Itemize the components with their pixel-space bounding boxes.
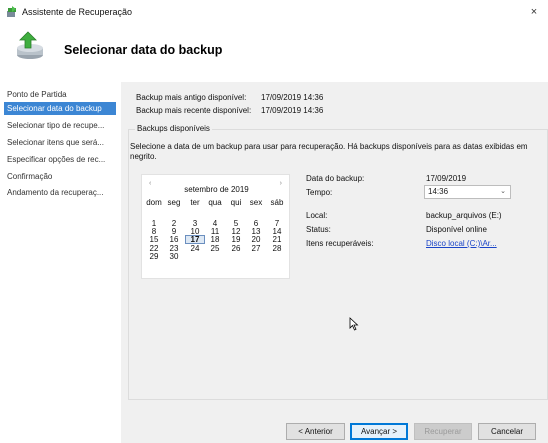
- wizard-steps-sidebar: Ponto de Partida Selecionar data do back…: [0, 82, 121, 443]
- calendar-day[interactable]: 30: [164, 252, 184, 261]
- newest-backup-value: 17/09/2019 14:36: [261, 106, 324, 115]
- close-icon[interactable]: ×: [520, 0, 548, 24]
- window-title: Assistente de Recuperação: [22, 7, 133, 17]
- sidebar-item-select-items[interactable]: Selecionar itens que será...: [4, 136, 116, 149]
- button-bar-divider: [121, 408, 548, 409]
- calendar-day[interactable]: 29: [144, 252, 164, 261]
- instruction-text: Selecione a data de um backup para usar …: [130, 142, 528, 161]
- page-title: Selecionar data do backup: [64, 43, 223, 57]
- newest-backup-label: Backup mais recente disponível:: [136, 106, 252, 115]
- sidebar-item-select-recovery-type[interactable]: Selecionar tipo de recupe...: [4, 119, 116, 132]
- status-label: Status:: [306, 225, 331, 234]
- oldest-backup-label: Backup mais antigo disponível:: [136, 93, 247, 102]
- back-button[interactable]: < Anterior: [286, 423, 345, 440]
- location-value: backup_arquivos (E:): [426, 211, 502, 220]
- recoverable-items-label: Itens recuperáveis:: [306, 239, 374, 248]
- calendar-weekday: sex: [249, 198, 263, 207]
- location-label: Local:: [306, 211, 328, 220]
- sidebar-item-starting-point[interactable]: Ponto de Partida: [4, 88, 116, 101]
- cancel-button[interactable]: Cancelar: [478, 423, 536, 440]
- calendar-weekday: qua: [208, 198, 222, 207]
- calendar-weekday: qui: [230, 198, 242, 207]
- wizard-header: Selecionar data do backup: [0, 24, 548, 76]
- chevron-down-icon: ⌄: [500, 188, 506, 195]
- recovery-app-icon: [7, 6, 16, 17]
- sidebar-item-specify-options[interactable]: Especificar opções de rec...: [4, 153, 116, 166]
- oldest-backup-value: 17/09/2019 14:36: [261, 93, 324, 102]
- calendar-weekday: ter: [190, 198, 200, 207]
- backup-date-label: Data do backup:: [306, 174, 365, 183]
- calendar-weekday: seg: [167, 198, 181, 207]
- calendar-day[interactable]: 24: [185, 244, 205, 253]
- calendar-day[interactable]: 26: [226, 244, 246, 253]
- calendar-day[interactable]: 25: [205, 244, 225, 253]
- time-dropdown[interactable]: 14:36 ⌄: [424, 185, 511, 199]
- available-backups-legend: Backups disponíveis: [135, 124, 212, 133]
- sidebar-item-recovery-progress[interactable]: Andamento da recuperaç...: [4, 186, 116, 199]
- backup-restore-icon: [17, 31, 43, 59]
- backup-calendar[interactable]: ‹ › setembro de 2019 dom seg ter qua qui sex s…: [141, 174, 290, 279]
- title-bar: Assistente de Recuperação ×: [0, 0, 548, 24]
- recovery-wizard-window: Assistente de Recuperação × Selecionar d…: [0, 0, 548, 443]
- status-value: Disponível online: [426, 225, 487, 234]
- calendar-weekday: sáb: [270, 198, 284, 207]
- sidebar-item-confirmation[interactable]: Confirmação: [4, 170, 116, 183]
- calendar-day[interactable]: 28: [267, 244, 287, 253]
- calendar-month-title[interactable]: setembro de 2019: [142, 185, 291, 194]
- next-button[interactable]: Avançar >: [350, 423, 408, 440]
- calendar-weekday: dom: [146, 198, 162, 207]
- recoverable-items-link[interactable]: Disco local (C:)\Ar...: [426, 239, 497, 248]
- wizard-content: Backup mais antigo disponível: 17/09/201…: [121, 82, 548, 443]
- backup-date-value: 17/09/2019: [426, 174, 467, 183]
- mouse-cursor-icon: [349, 317, 359, 331]
- time-dropdown-value: 14:36: [428, 187, 449, 196]
- time-label: Tempo:: [306, 188, 333, 197]
- sidebar-item-select-backup-date[interactable]: Selecionar data do backup: [4, 102, 116, 115]
- calendar-day[interactable]: 27: [246, 244, 266, 253]
- recover-button[interactable]: Recuperar: [414, 423, 472, 440]
